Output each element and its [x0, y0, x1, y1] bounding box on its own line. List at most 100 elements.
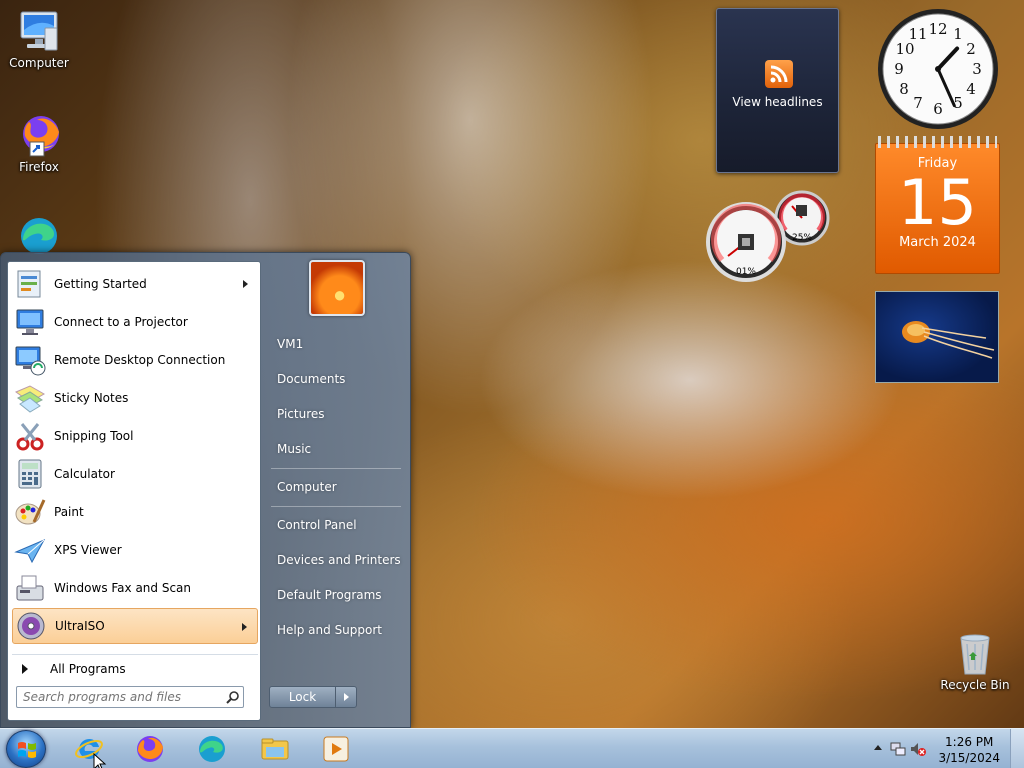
all-programs-button[interactable]: All Programs — [12, 654, 258, 678]
system-tray: 1:26 PM 3/15/2024 — [864, 729, 1024, 768]
program-label: UltraISO — [55, 619, 105, 633]
rss-icon — [765, 60, 793, 88]
cpu-meter-gadget[interactable]: 25% 01% — [706, 190, 830, 286]
show-desktop-button[interactable] — [1010, 729, 1024, 768]
start-menu-programs-pane: Getting Started Connect to a Projector R… — [7, 261, 261, 721]
svg-text:12: 12 — [928, 20, 947, 38]
program-label: Paint — [54, 505, 84, 519]
svg-text:4: 4 — [966, 80, 976, 98]
place-control-panel[interactable]: Control Panel — [277, 518, 357, 532]
desktop-icon-recycle-bin[interactable]: Recycle Bin — [936, 630, 1014, 692]
place-user-folder[interactable]: VM1 — [277, 337, 303, 351]
program-sticky-notes[interactable]: Sticky Notes — [12, 380, 258, 416]
program-fax-and-scan[interactable]: Windows Fax and Scan — [12, 570, 258, 606]
calendar-gadget[interactable]: Friday 15 March 2024 — [875, 136, 1000, 274]
shutdown-options-button[interactable] — [336, 687, 356, 707]
program-snipping-tool[interactable]: Snipping Tool — [12, 418, 258, 454]
desktop-icon-firefox[interactable]: Firefox — [0, 112, 78, 174]
show-hidden-icons-button[interactable] — [874, 745, 882, 750]
feed-headlines-gadget[interactable]: View headlines — [716, 8, 839, 173]
start-menu: Getting Started Connect to a Projector R… — [0, 252, 411, 728]
network-icon[interactable] — [890, 741, 906, 760]
getting-started-icon — [14, 268, 46, 300]
expand-triangle-icon — [22, 663, 28, 674]
place-devices-and-printers[interactable]: Devices and Printers — [277, 553, 401, 567]
clock-gadget[interactable]: 12 1 2 345 678 9 10 11 — [876, 7, 1000, 131]
taskbar-firefox[interactable] — [123, 731, 177, 767]
taskbar-clock[interactable]: 1:26 PM 3/15/2024 — [938, 734, 1000, 766]
program-label: XPS Viewer — [54, 543, 122, 557]
media-player-icon — [323, 736, 349, 762]
program-label: Windows Fax and Scan — [54, 581, 192, 595]
taskbar: 1:26 PM 3/15/2024 — [0, 728, 1024, 768]
desktop-icon-computer[interactable]: Computer — [0, 8, 78, 70]
start-button[interactable] — [6, 730, 46, 768]
svg-text:11: 11 — [908, 25, 927, 43]
projector-icon — [14, 306, 46, 338]
program-connect-to-projector[interactable]: Connect to a Projector — [12, 304, 258, 340]
program-ultraiso[interactable]: UltraISO — [12, 608, 258, 644]
place-documents[interactable]: Documents — [277, 372, 345, 386]
mouse-cursor-icon — [93, 753, 107, 768]
program-label: Sticky Notes — [54, 391, 129, 405]
program-label: Snipping Tool — [54, 429, 134, 443]
file-explorer-icon — [261, 738, 289, 760]
svg-text:6: 6 — [933, 100, 943, 118]
sticky-notes-icon — [14, 382, 46, 414]
search-input[interactable] — [17, 688, 223, 706]
analog-clock-face: 12 12 345 678 91011 — [878, 9, 998, 129]
svg-text:8: 8 — [899, 80, 909, 98]
taskbar-file-explorer[interactable] — [248, 731, 302, 767]
taskbar-edge[interactable] — [185, 731, 239, 767]
firefox-icon — [137, 736, 163, 762]
user-picture[interactable] — [309, 260, 365, 316]
calendar-month-year: March 2024 — [899, 235, 976, 250]
cpu-percent: 01% — [736, 267, 756, 277]
volume-muted-icon[interactable] — [910, 741, 926, 760]
place-computer[interactable]: Computer — [277, 480, 337, 494]
program-label: Getting Started — [54, 277, 147, 291]
place-pictures[interactable]: Pictures — [277, 407, 325, 421]
places-separator — [271, 506, 401, 507]
ultraiso-icon — [15, 610, 47, 642]
place-default-programs[interactable]: Default Programs — [277, 588, 382, 602]
memory-percent: 25% — [792, 233, 812, 243]
paint-icon — [14, 496, 46, 528]
cpu-gauge: 01% — [706, 202, 786, 282]
taskbar-internet-explorer[interactable] — [62, 731, 116, 767]
calendar-day-number: 15 — [898, 166, 977, 239]
feed-headlines-label: View headlines — [732, 95, 823, 109]
snipping-tool-icon — [14, 420, 46, 452]
calculator-icon — [14, 458, 46, 490]
lock-button-group: Lock — [269, 686, 357, 708]
desktop-icon-label: Firefox — [19, 160, 59, 174]
place-help-and-support[interactable]: Help and Support — [277, 623, 382, 637]
place-music[interactable]: Music — [277, 442, 311, 456]
program-remote-desktop[interactable]: Remote Desktop Connection — [12, 342, 258, 378]
calendar-rings — [878, 136, 997, 148]
lock-button[interactable]: Lock — [270, 687, 336, 707]
fax-scan-icon — [14, 572, 46, 604]
submenu-arrow-icon — [242, 623, 247, 631]
computer-icon — [15, 8, 63, 54]
tray-time: 1:26 PM — [945, 735, 994, 749]
firefox-icon — [15, 112, 63, 158]
search-box[interactable] — [16, 686, 244, 708]
program-calculator[interactable]: Calculator — [12, 456, 258, 492]
program-getting-started[interactable]: Getting Started — [12, 266, 258, 302]
desktop-icon-label: Computer — [9, 56, 69, 70]
program-label: Calculator — [54, 467, 115, 481]
remote-desktop-icon — [14, 344, 46, 376]
search-icon[interactable] — [223, 688, 243, 706]
svg-text:2: 2 — [966, 40, 976, 58]
edge-icon — [199, 736, 225, 762]
svg-text:9: 9 — [894, 60, 904, 78]
program-paint[interactable]: Paint — [12, 494, 258, 530]
all-programs-label: All Programs — [50, 661, 126, 676]
svg-text:1: 1 — [953, 25, 963, 43]
slideshow-gadget[interactable] — [875, 291, 999, 383]
taskbar-media-player[interactable] — [309, 731, 363, 767]
tray-date: 3/15/2024 — [938, 751, 1000, 765]
svg-text:7: 7 — [913, 94, 923, 112]
program-xps-viewer[interactable]: XPS Viewer — [12, 532, 258, 568]
